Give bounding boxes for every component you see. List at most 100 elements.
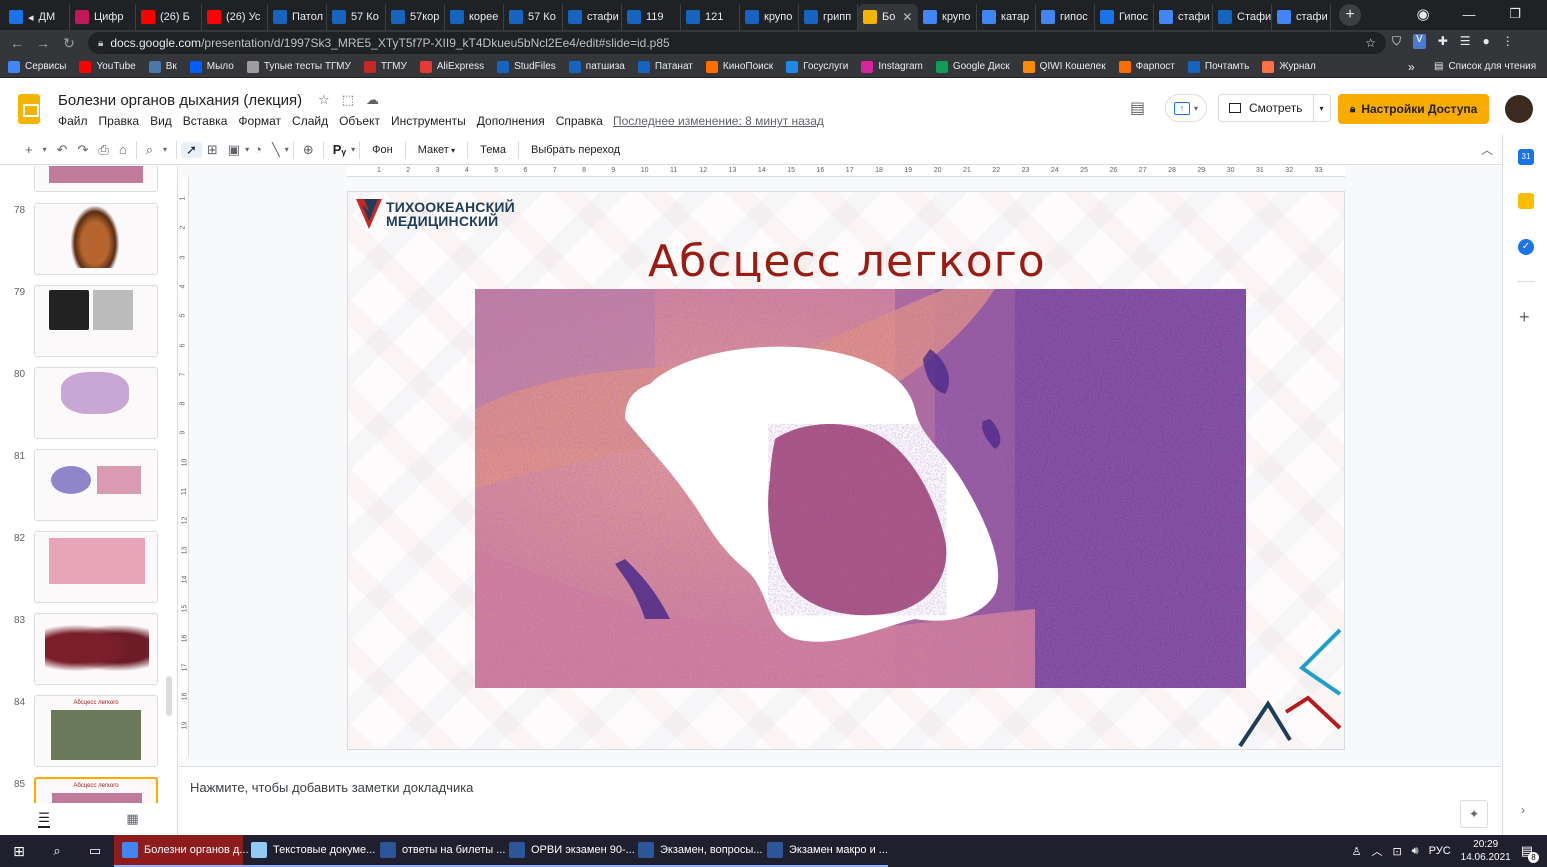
input-tools-dropdown-icon[interactable]: ▾ [351,145,355,154]
reading-list-button[interactable]: ▤ Список для чтения [1434,61,1536,72]
layout-button[interactable]: Макет ▾ [410,144,463,156]
taskbar-app[interactable]: ответы на билеты ... [372,835,505,867]
browser-tab[interactable]: 119 [622,4,681,30]
user-avatar[interactable] [1505,95,1533,123]
bookmark-item[interactable]: Вк [148,60,177,73]
browser-tab[interactable]: (26) Ус [202,4,268,30]
slide-thumbnail[interactable]: Абсцесс легкого [34,695,158,767]
browser-menu-icon[interactable]: ⋮ [1502,34,1514,49]
browser-tab[interactable]: стафи [563,4,622,30]
grid-view-icon[interactable]: ▦ [126,811,138,827]
speaker-notes[interactable]: Нажмите, чтобы добавить заметки докладчи… [179,766,1501,835]
task-view-icon[interactable]: ▭ [76,835,114,867]
profile-avatar-icon[interactable]: ● [1483,34,1490,49]
slide-thumbnail[interactable] [34,203,158,275]
slide-thumbnail-row[interactable]: 79 [0,285,177,363]
new-tab-button[interactable]: + [1339,4,1361,26]
volume-icon[interactable]: 🔊︎ [1412,845,1419,858]
menu-item[interactable]: Инструменты [391,114,466,128]
select-tool-icon[interactable]: ➚ [180,141,202,158]
browser-tab[interactable]: 121 [681,4,740,30]
menu-item[interactable]: Вставка [183,114,228,128]
browser-tab[interactable]: 57кор [386,4,445,30]
browser-tab[interactable]: Гипос [1095,4,1154,30]
get-addons-icon[interactable]: + [1519,307,1530,328]
shape-icon[interactable]: ◔ [249,142,267,157]
browser-tab[interactable]: Стафи [1213,4,1272,30]
slide-thumbnail-row[interactable]: 85 Абсцесс легкого [0,777,177,803]
bookmark-item[interactable]: Почтамть [1187,60,1249,73]
browser-tab[interactable]: стафи [1154,4,1213,30]
clock[interactable]: 20:29 14.06.2021 [1461,838,1511,864]
bookmark-item[interactable]: Госуслуги [786,60,848,73]
profile-menu-icon[interactable]: ◉ [1400,5,1446,23]
slide-thumbnail-row[interactable]: 80 [0,367,177,445]
slide-thumbnail[interactable] [34,531,158,603]
new-slide-icon[interactable]: + [20,142,38,157]
bookmark-item[interactable]: Мыло [189,60,234,73]
bookmark-item[interactable]: Тупые тесты ТГМУ [246,60,351,73]
explore-button[interactable]: ✦ [1460,800,1488,828]
bookmarks-overflow-button[interactable]: » [1408,60,1415,74]
bookmark-item[interactable]: StudFiles [497,60,556,73]
input-tools-icon[interactable]: Pᵧ [328,142,351,157]
zoom-dropdown-icon[interactable]: ▾ [158,145,172,154]
bookmark-item[interactable]: AliExpress [419,60,484,73]
browser-tab[interactable]: корее [445,4,504,30]
theme-button[interactable]: Тема [472,144,514,156]
line-icon[interactable]: ╲ [267,142,285,158]
puzzle-extensions-icon[interactable]: ✚ [1438,34,1448,49]
forward-icon[interactable]: → [30,35,56,51]
collapse-toolbar-icon[interactable]: ︿ [1481,141,1493,158]
minimize-button[interactable]: — [1446,7,1492,22]
tray-overflow-icon[interactable]: ︿ [1371,843,1382,859]
menu-item[interactable]: Файл [58,114,88,128]
notification-center-button[interactable]: ▤ 8 [1521,843,1539,863]
bookmark-item[interactable]: YouTube [79,60,136,73]
language-indicator[interactable]: РУС [1429,845,1451,857]
calendar-icon[interactable]: 31 [1518,149,1534,165]
browser-tab[interactable]: Патол [268,4,327,30]
back-icon[interactable]: ← [4,35,30,51]
bookmark-item[interactable]: Сервисы [8,60,66,73]
cloud-status-icon[interactable]: ☁ [366,92,379,108]
menu-item[interactable]: Дополнения [477,114,545,128]
background-button[interactable]: Фон [364,144,401,156]
paint-format-icon[interactable]: ⌂ [114,142,132,157]
restore-button[interactable]: ❐ [1492,6,1538,22]
line-dropdown-icon[interactable]: ▾ [285,145,289,154]
v-extension-icon[interactable]: V [1413,34,1426,49]
slide-thumbnail-partial[interactable] [34,166,158,192]
start-button[interactable]: ⊞ [0,835,38,867]
taskbar-app[interactable]: Экзамен макро и ... [759,835,888,867]
zoom-icon[interactable]: ⌕ [141,142,158,158]
bookmark-item[interactable]: патшиза [568,60,625,73]
menu-item[interactable]: Объект [339,114,380,128]
comments-icon[interactable]: ▤ [1130,98,1145,118]
bookmark-item[interactable]: Фарпост [1118,60,1175,73]
slide-thumbnail-row[interactable]: 82 [0,531,177,609]
share-button[interactable]: 🔒︎ Настройки Доступа [1338,94,1490,124]
bookmark-item[interactable]: Instagram [861,60,923,73]
move-folder-icon[interactable]: ⬚ [342,92,354,108]
present-button[interactable]: Смотреть [1218,94,1314,122]
menu-item[interactable]: Правка [99,114,140,128]
browser-tab[interactable]: крупо [918,4,977,30]
slide-thumbnail[interactable] [34,613,158,685]
taskbar-app[interactable]: ОРВИ экзамен 90-... [501,835,635,867]
bookmark-item[interactable]: QIWI Кошелек [1022,60,1106,73]
menu-item[interactable]: Вид [150,114,172,128]
slide-thumbnail-row[interactable]: 81 [0,449,177,527]
image-icon[interactable]: ▣ [223,142,245,158]
browser-tab[interactable]: 57 Ко [327,4,386,30]
browser-tab[interactable]: крупо [740,4,799,30]
browser-tab[interactable]: грипп [799,4,858,30]
taskbar-app[interactable]: Текстовые докуме... [243,835,375,867]
person-icon[interactable]: ♙ [1352,845,1362,858]
slide-canvas[interactable]: ТИХООКЕАНСКИЙ МЕДИЦИНСКИЙ Абсцесс легког… [347,191,1345,750]
bookmark-item[interactable]: КиноПоиск [705,60,773,73]
browser-tab[interactable]: Цифр [70,4,136,30]
bookmark-item[interactable]: Патанат [637,60,693,73]
slide-thumbnail-row[interactable]: 84 Абсцесс легкого [0,695,177,773]
slide-thumbnail-row[interactable]: 83 [0,613,177,691]
